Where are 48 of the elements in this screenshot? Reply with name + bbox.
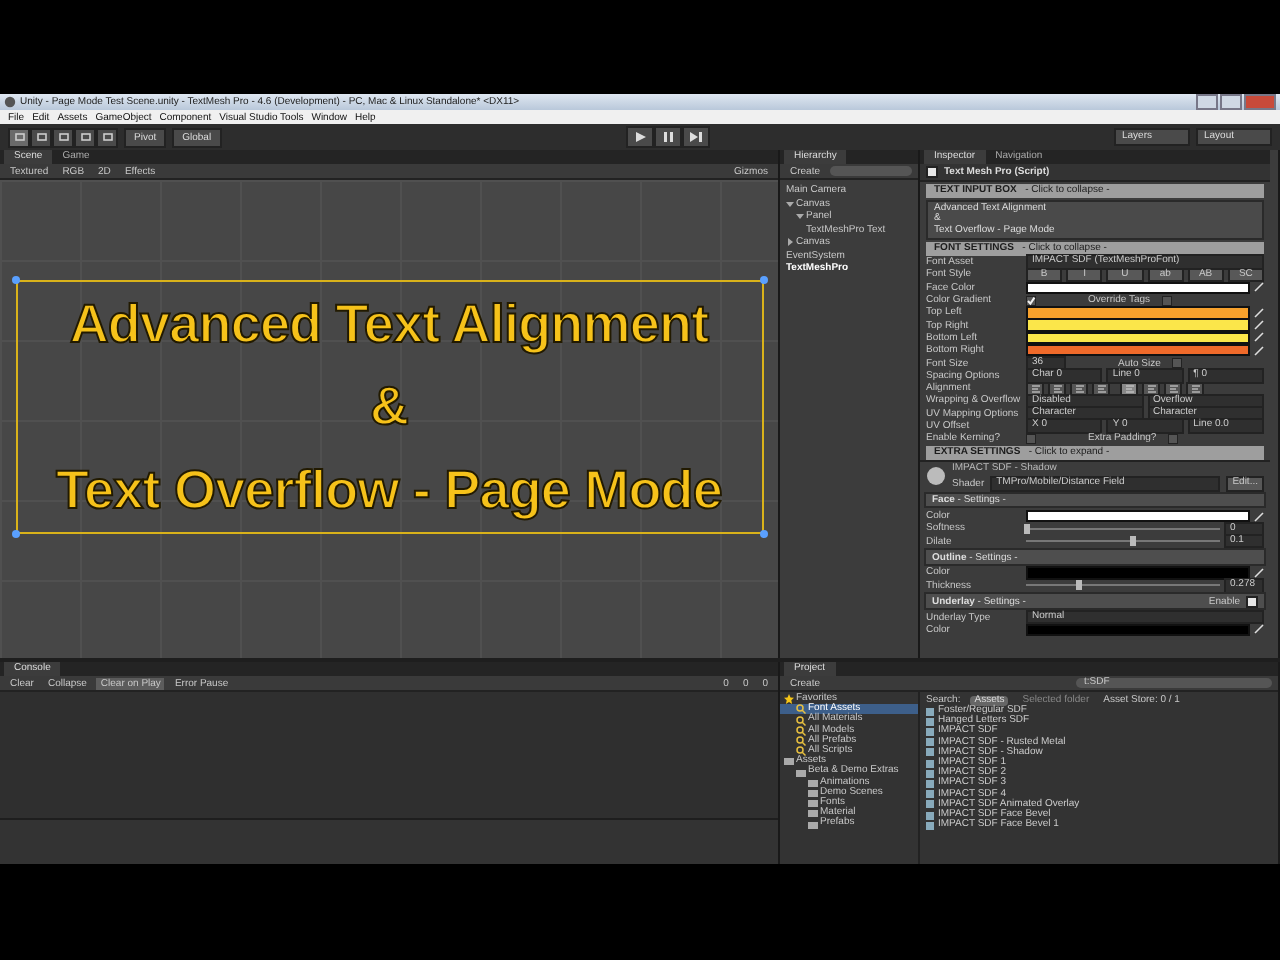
tool-button[interactable] xyxy=(8,127,30,147)
color-swatch[interactable] xyxy=(1026,509,1250,523)
scene-text: & xyxy=(369,374,409,439)
align-icon xyxy=(1073,383,1085,394)
enable-checkbox[interactable] xyxy=(1246,595,1258,608)
slider-thumb[interactable] xyxy=(1023,523,1029,534)
handle-icon[interactable] xyxy=(11,530,19,538)
slider-thumb[interactable] xyxy=(1075,580,1082,591)
search-field[interactable] xyxy=(830,166,912,176)
checkbox[interactable] xyxy=(1172,358,1183,369)
eyedropper-icon[interactable] xyxy=(1254,511,1264,522)
minimize-button[interactable] xyxy=(1196,94,1218,110)
eyedropper-icon[interactable] xyxy=(1254,624,1264,635)
tool-button[interactable] xyxy=(30,127,52,147)
eyedropper-icon[interactable] xyxy=(1254,282,1264,293)
checkbox[interactable] xyxy=(1168,433,1179,444)
align-icon xyxy=(1123,383,1135,394)
selection-rectangle[interactable]: Advanced Text Alignment & Text Overflow - Page Mode xyxy=(15,280,763,534)
align-icon xyxy=(1051,383,1063,394)
align-icon xyxy=(1189,383,1201,394)
app-icon xyxy=(4,96,16,108)
tool-button[interactable] xyxy=(52,127,74,147)
checkbox[interactable] xyxy=(1026,295,1036,306)
slider-thumb[interactable] xyxy=(1129,536,1136,547)
expand-arrow-icon[interactable] xyxy=(786,238,794,247)
handle-icon[interactable] xyxy=(11,276,19,284)
tool-button[interactable] xyxy=(96,127,118,147)
align-icon xyxy=(1029,383,1041,394)
star-icon xyxy=(784,694,794,705)
color-swatch[interactable] xyxy=(1026,318,1250,332)
handle-icon[interactable] xyxy=(759,276,767,284)
align-icon xyxy=(1095,383,1107,394)
tool-button[interactable] xyxy=(74,127,96,147)
checkbox[interactable] xyxy=(1026,433,1036,444)
step-icon[interactable] xyxy=(681,126,710,148)
enabled-checkbox[interactable] xyxy=(926,166,938,178)
checkbox[interactable] xyxy=(1162,295,1173,306)
align-icon xyxy=(1145,383,1157,394)
maximize-button[interactable] xyxy=(1220,94,1242,110)
pause-icon[interactable] xyxy=(653,126,682,148)
eyedropper-icon[interactable] xyxy=(1254,568,1264,578)
scene-text: Text Overflow - Page Mode xyxy=(55,458,723,523)
color-swatch[interactable] xyxy=(1026,566,1250,580)
play-icon[interactable] xyxy=(625,126,654,148)
align-icon xyxy=(1167,383,1179,394)
handle-icon[interactable] xyxy=(759,530,767,538)
scene-text: Advanced Text Alignment xyxy=(69,291,709,356)
sphere-icon xyxy=(926,466,946,487)
